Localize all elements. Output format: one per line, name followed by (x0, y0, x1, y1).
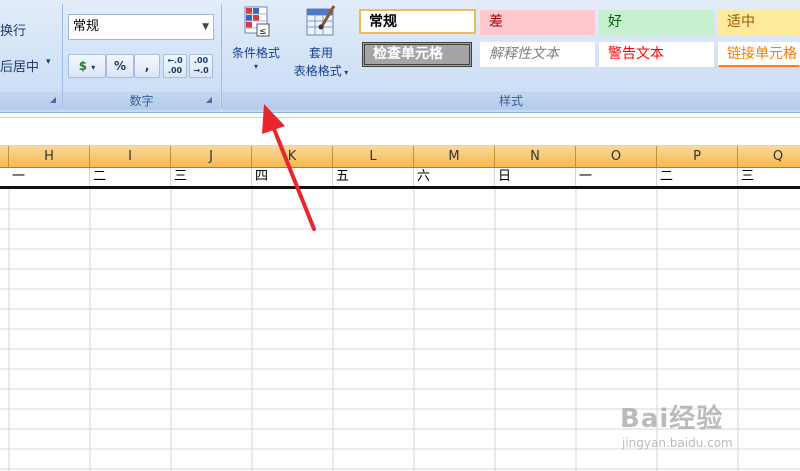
column-header[interactable]: J (171, 146, 252, 168)
svg-text:≤: ≤ (259, 27, 267, 37)
cell-style-explanatory[interactable]: 解释性文本 (480, 42, 595, 67)
formula-bar-area (0, 113, 800, 146)
cell[interactable]: 二 (657, 168, 738, 186)
cell[interactable]: 日 (495, 168, 576, 186)
column-header[interactable]: M (414, 146, 495, 168)
percent-button[interactable]: % (106, 54, 134, 78)
number-format-select[interactable]: 常规 ▼ (68, 14, 214, 40)
column-header[interactable]: L (333, 146, 414, 168)
column-header[interactable]: K (252, 146, 333, 168)
cell-style-linked[interactable]: 链接单元格 (718, 42, 800, 67)
chevron-down-icon: ▼ (202, 22, 209, 32)
wrap-text-button[interactable]: 换行 (0, 20, 26, 39)
cell[interactable]: 一 (9, 168, 90, 186)
comma-style-button[interactable]: , (134, 54, 160, 78)
accounting-icon: $ (78, 59, 88, 73)
format-as-table-button[interactable]: 套用 表格格式 ▾ (286, 4, 356, 82)
number-launcher-icon[interactable]: ◢ (204, 95, 214, 105)
accounting-format-button[interactable]: $ ▾ (68, 54, 106, 78)
conditional-format-label: 条件格式 (231, 46, 280, 60)
column-header[interactable]: N (495, 146, 576, 168)
styles-group-label: 样式 (222, 92, 800, 110)
conditional-format-button[interactable]: ≤ 条件格式 ▾ (226, 4, 286, 72)
chevron-down-icon: ▾ (253, 62, 258, 71)
table-format-label-1: 套用 (308, 46, 333, 60)
number-format-value: 常规 (73, 19, 100, 34)
cell-style-bad[interactable]: 差 (480, 10, 595, 35)
column-header[interactable]: P (657, 146, 738, 168)
watermark-url: jingyan.baidu.com (622, 436, 733, 450)
cell[interactable]: 四 (252, 168, 333, 186)
column-header[interactable]: I (90, 146, 171, 168)
merge-center-button[interactable]: 后居中 (0, 56, 39, 75)
ribbon: 换行 后居中 ▾ ◢ 数字 ◢ 常规 ▼ $ ▾ % , ←.0 .00 .00… (0, 0, 800, 113)
cell[interactable]: 三 (171, 168, 252, 186)
divider (0, 117, 800, 118)
chevron-down-icon: ▾ (91, 63, 96, 72)
chevron-down-icon: ▾ (341, 68, 349, 77)
increase-decimal-button[interactable]: ←.0 .00 (163, 54, 187, 78)
alignment-launcher-icon[interactable]: ◢ (48, 95, 58, 105)
cell-style-normal[interactable]: 常规 (359, 9, 476, 34)
cell[interactable]: 一 (576, 168, 657, 186)
merge-center-dropdown-icon[interactable]: ▾ (46, 57, 51, 67)
column-header[interactable]: O (576, 146, 657, 168)
table-format-icon (306, 5, 336, 36)
cell[interactable]: 三 (738, 168, 800, 186)
cell[interactable]: 六 (414, 168, 495, 186)
column-header-partial[interactable] (0, 146, 9, 168)
table-format-label-2: 表格格式 ▾ (293, 64, 349, 78)
cell-style-check-cell[interactable]: 检查单元格 (362, 42, 472, 67)
column-header[interactable]: H (9, 146, 90, 168)
conditional-format-icon: ≤ (244, 6, 270, 37)
cell[interactable]: 二 (90, 168, 171, 186)
alignment-group: 换行 后居中 ▾ ◢ (0, 0, 62, 113)
decrease-decimal-button[interactable]: .00 →.0 (189, 54, 213, 78)
cell-style-warning[interactable]: 警告文本 (599, 42, 714, 67)
column-header[interactable]: Q (738, 146, 800, 168)
number-group-label: 数字 (63, 92, 220, 110)
watermark-brand: Bai经验 (620, 404, 724, 434)
cell-style-good[interactable]: 好 (599, 10, 714, 35)
watermark: Bai经验 jingyan.baidu.com (620, 398, 800, 468)
cell-style-neutral[interactable]: 适中 (718, 10, 800, 35)
cell[interactable]: 五 (333, 168, 414, 186)
